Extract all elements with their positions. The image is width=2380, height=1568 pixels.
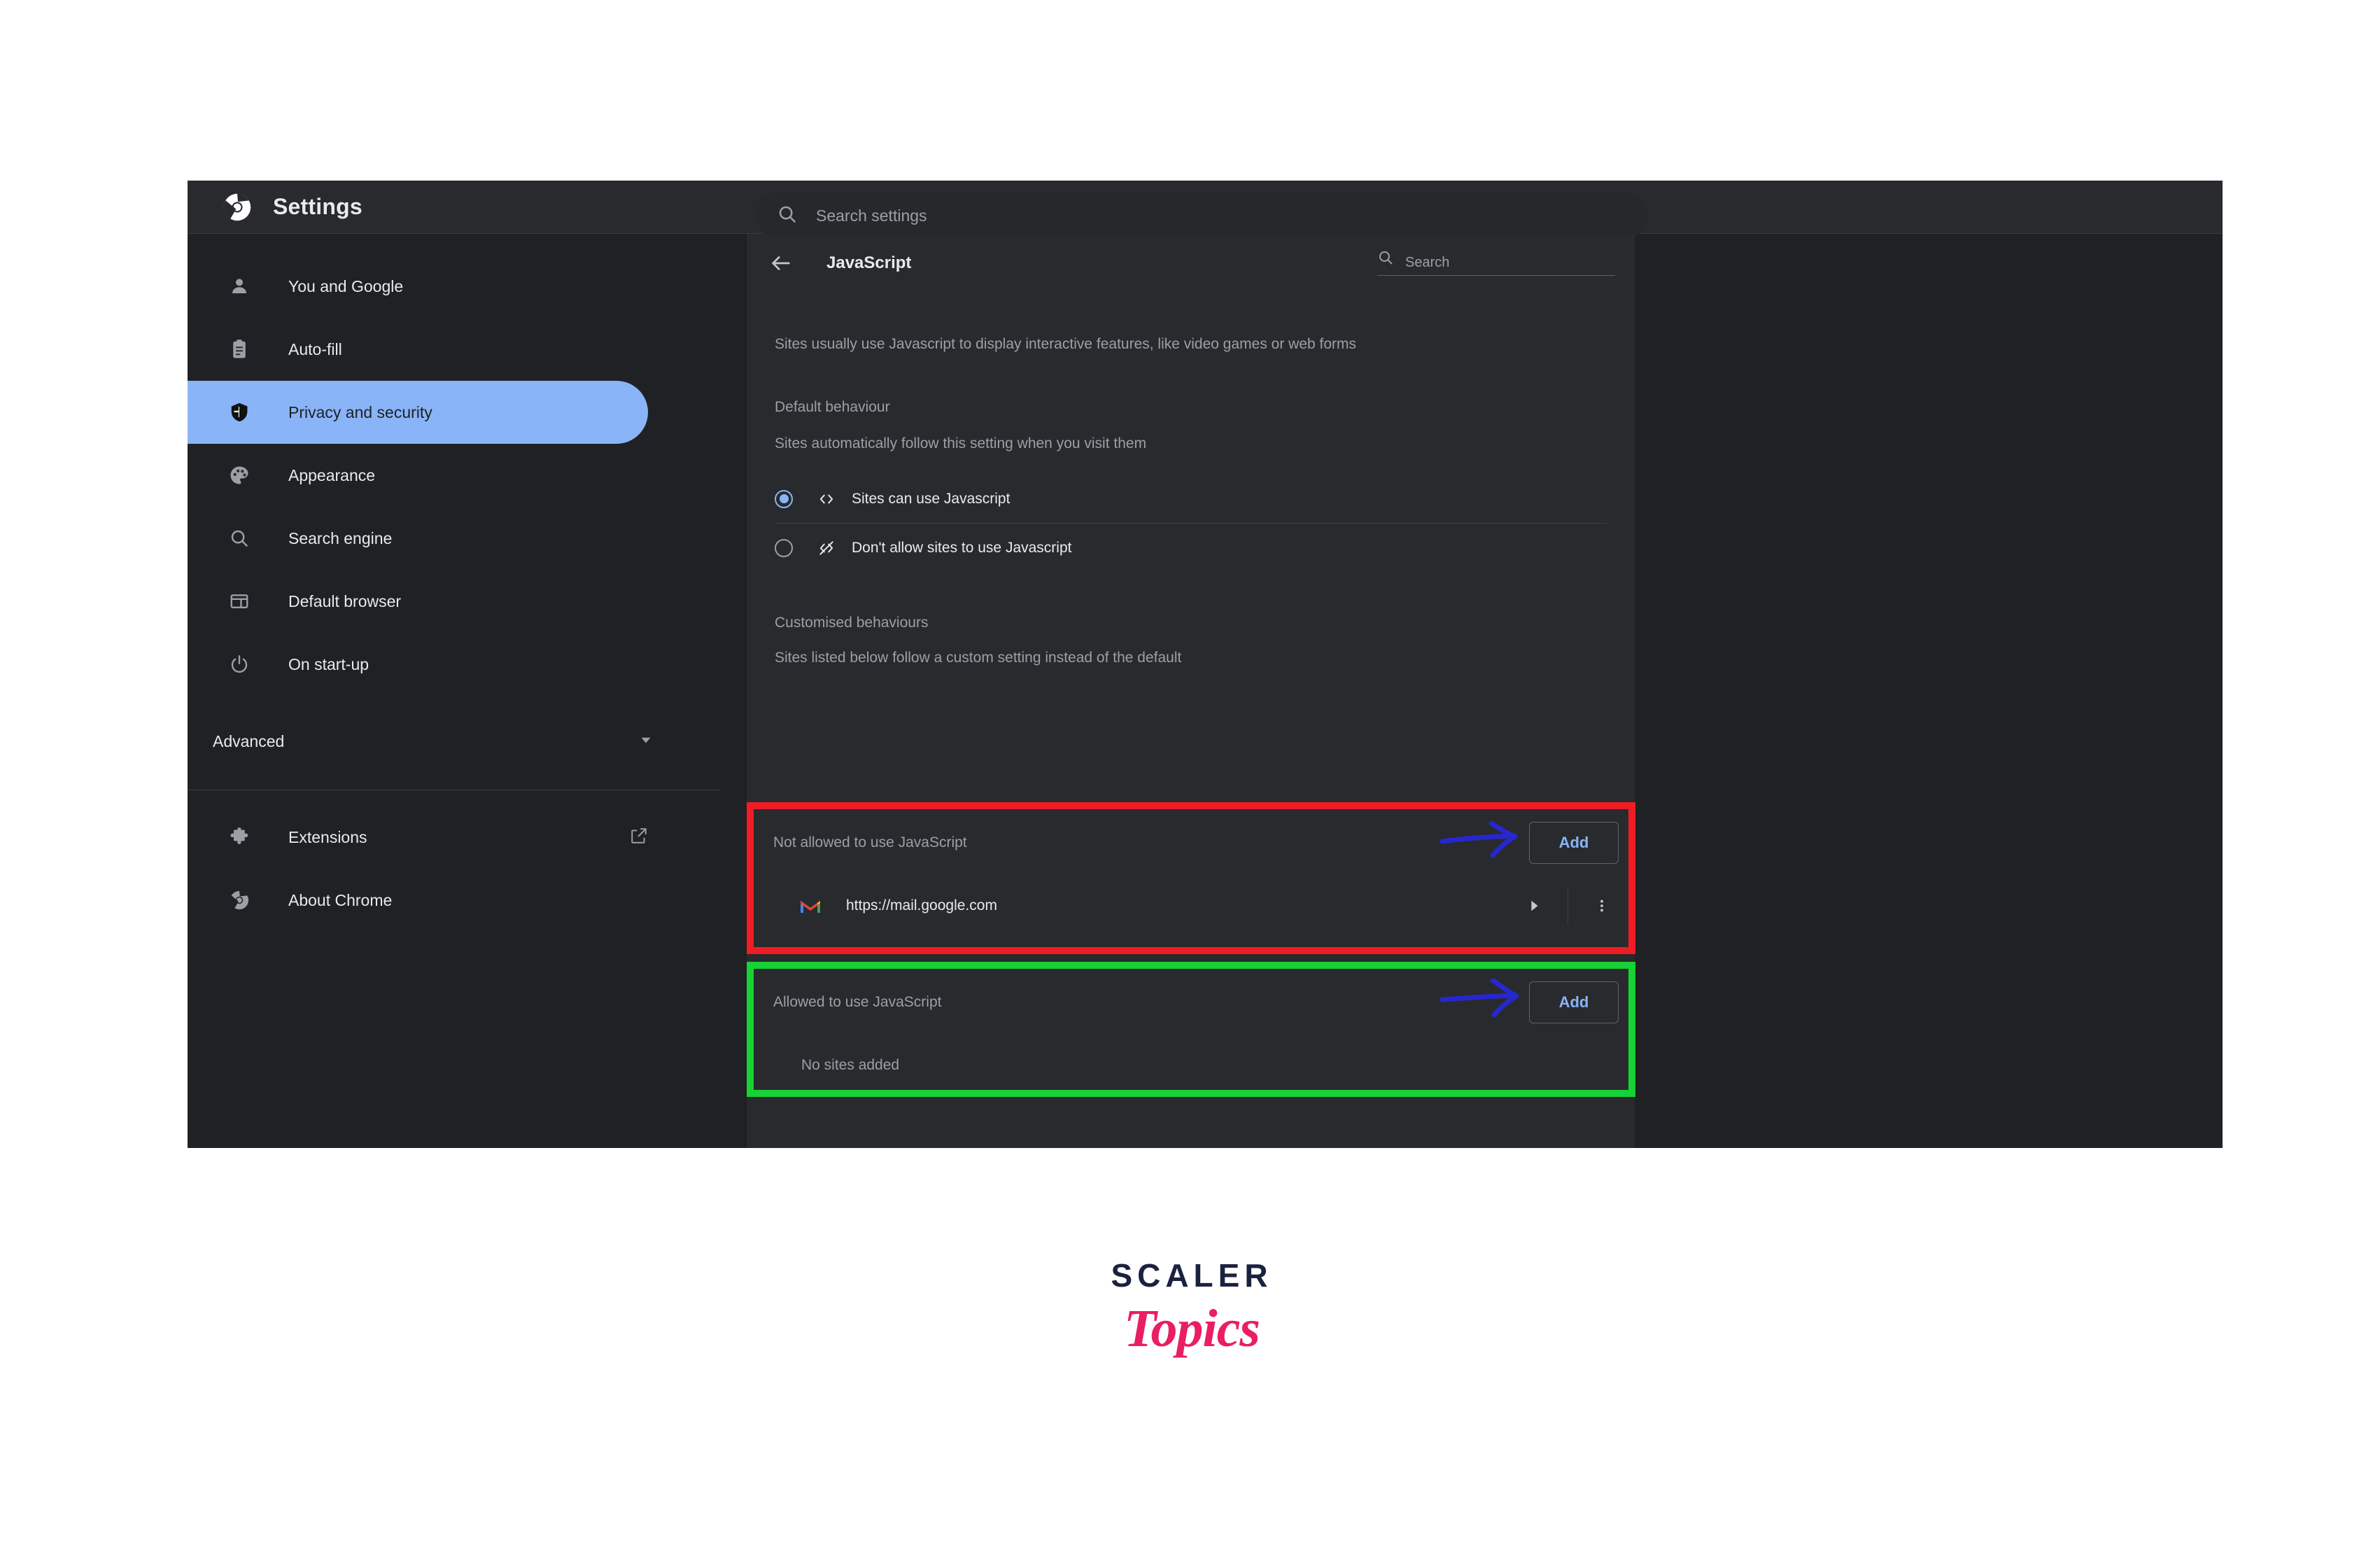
add-button-not-allowed[interactable]: Add (1529, 822, 1619, 864)
add-button-allowed[interactable]: Add (1529, 981, 1619, 1023)
settings-top-bar: Settings (188, 181, 2223, 239)
sidebar-item-default-browser[interactable]: Default browser (188, 570, 648, 633)
search-settings-input[interactable] (816, 206, 1516, 225)
radio-button-unselected[interactable] (775, 539, 793, 557)
not-allowed-card-label: Not allowed to use JavaScript (773, 834, 967, 850)
sidebar-item-label: Auto-fill (288, 340, 342, 358)
default-behaviour-heading: Default behaviour (775, 399, 890, 415)
red-highlight-annotation: Not allowed to use JavaScript Add https:… (747, 802, 1635, 954)
gmail-icon (798, 894, 822, 918)
page-title: Settings (273, 194, 362, 219)
javascript-intro-description: Sites usually use Javascript to display … (775, 336, 1357, 352)
search-icon (777, 204, 798, 228)
sidebar-item-you-and-google[interactable]: You and Google (188, 255, 648, 318)
chrome-logo-icon (223, 192, 252, 222)
sidebar-item-label: About Chrome (288, 890, 393, 909)
content-search-field[interactable] (1377, 249, 1615, 276)
sidebar-item-about-chrome[interactable]: About Chrome (188, 869, 648, 932)
not-allowed-card-header: Not allowed to use JavaScript Add (754, 809, 1628, 876)
palette-icon (227, 463, 252, 488)
allowed-card-header: Allowed to use JavaScript Add (754, 969, 1628, 1036)
default-behaviour-radio-group: Sites can use Javascript Don't allow sit… (747, 475, 1635, 573)
external-link-icon[interactable] (630, 827, 648, 848)
customised-behaviours-description: Sites listed below follow a custom setti… (775, 650, 1182, 666)
watermark-secondary-text: Topics (1124, 1299, 1260, 1358)
scaler-topics-watermark: SCALER Topics (1055, 1256, 1328, 1418)
chrome-settings-window: Settings You and Google (188, 181, 2223, 1148)
customised-behaviours-heading: Customised behaviours (775, 615, 929, 631)
chrome-logo-icon (227, 888, 252, 913)
content-header: JavaScript (747, 234, 1635, 293)
clipboard-icon (227, 337, 252, 362)
search-icon (1377, 249, 1394, 270)
watermark-primary-text: SCALER (1111, 1257, 1273, 1294)
settings-content-panel: JavaScript Sites usually use Javascript … (746, 234, 1635, 1148)
radio-option-label: Don't allow sites to use Javascript (852, 540, 1072, 556)
chevron-down-icon (637, 731, 655, 752)
radio-button-selected[interactable] (775, 489, 793, 508)
settings-sidebar: You and Google Auto-fill Privacy and sec… (188, 234, 746, 1148)
sidebar-item-label: Appearance (288, 465, 376, 484)
triangle-right-icon[interactable] (1517, 898, 1551, 913)
site-list-item[interactable]: https://mail.google.com (754, 876, 1628, 935)
browser-window-icon (227, 589, 252, 614)
allowed-card-label: Allowed to use JavaScript (773, 994, 942, 1010)
site-url-label: https://mail.google.com (846, 897, 997, 913)
sidebar-item-privacy-and-security[interactable]: Privacy and security (188, 381, 648, 444)
three-dot-menu-icon[interactable] (1585, 898, 1619, 913)
default-behaviour-description: Sites automatically follow this setting … (775, 435, 1147, 451)
sidebar-item-label: Search engine (288, 528, 393, 547)
green-highlight-annotation: Allowed to use JavaScript Add No sites a… (747, 962, 1635, 1097)
radio-option-dont-allow-javascript[interactable]: Don't allow sites to use Javascript (775, 524, 1607, 573)
sidebar-item-label: Extensions (288, 827, 367, 846)
search-settings-field[interactable] (756, 192, 1648, 239)
sidebar-item-extensions[interactable]: Extensions (188, 806, 648, 869)
not-allowed-javascript-card: Not allowed to use JavaScript Add https:… (754, 809, 1628, 947)
sidebar-item-on-start-up[interactable]: On start-up (188, 633, 648, 696)
code-brackets-icon (817, 490, 836, 508)
radio-option-label: Sites can use Javascript (852, 490, 1011, 507)
allowed-javascript-card: Allowed to use JavaScript Add No sites a… (754, 969, 1628, 1090)
sidebar-item-label: Default browser (288, 592, 402, 610)
sidebar-item-label: On start-up (288, 654, 369, 673)
sidebar-item-search-engine[interactable]: Search engine (188, 507, 648, 570)
code-brackets-slashed-icon (817, 539, 836, 557)
content-page-title: JavaScript (826, 253, 912, 272)
person-icon (227, 274, 252, 299)
power-icon (227, 652, 252, 677)
sidebar-item-appearance[interactable]: Appearance (188, 444, 648, 507)
allowed-card-empty-text: No sites added (801, 1057, 900, 1073)
sidebar-item-label: You and Google (288, 276, 404, 295)
sidebar-item-auto-fill[interactable]: Auto-fill (188, 318, 648, 381)
shield-icon (227, 400, 252, 425)
search-icon (227, 526, 252, 551)
sidebar-item-label: Privacy and security (288, 402, 432, 421)
sidebar-advanced-label: Advanced (213, 732, 285, 750)
back-arrow-icon[interactable] (766, 248, 796, 278)
radio-option-sites-can-use-javascript[interactable]: Sites can use Javascript (775, 475, 1607, 524)
content-search-input[interactable] (1405, 255, 1587, 271)
puzzle-icon (227, 825, 252, 850)
sidebar-advanced-toggle[interactable]: Advanced (188, 710, 746, 773)
